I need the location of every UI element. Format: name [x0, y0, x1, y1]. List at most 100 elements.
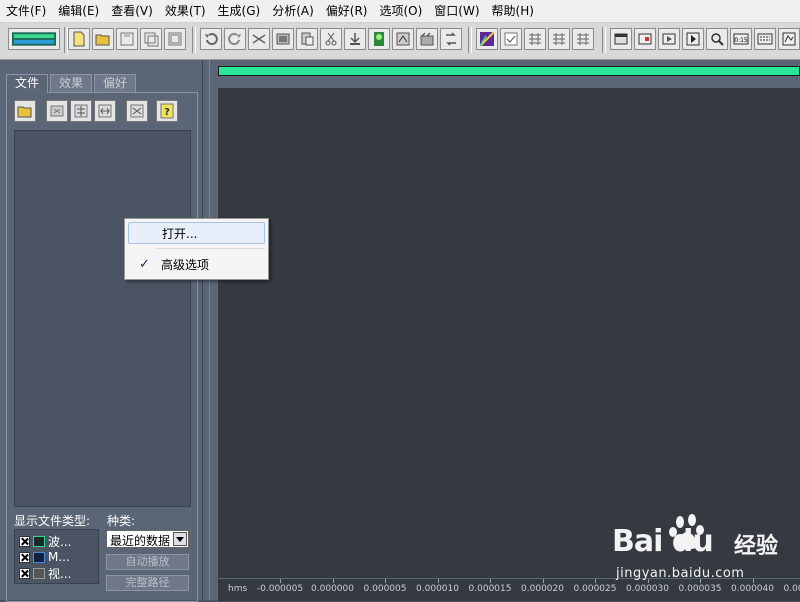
menu-item[interactable]: 选项(O) [373, 0, 428, 22]
save-all-icon [168, 32, 182, 46]
watermark-url: jingyan.baidu.com [616, 566, 745, 581]
toolbar-separator [468, 27, 472, 53]
mix-paste-button[interactable] [392, 28, 414, 50]
time-display-icon: 0:15 [733, 33, 749, 45]
filetype-checkbox[interactable] [19, 551, 30, 563]
context-item-label: 打开... [162, 227, 198, 241]
play-list-icon [662, 33, 676, 45]
menu-item[interactable]: 文件(F) [0, 0, 52, 22]
grid-button[interactable] [524, 28, 546, 50]
close-file-button[interactable] [46, 100, 68, 122]
ruler-label: 0.000015 [468, 584, 512, 594]
level-meter-icon [757, 33, 773, 45]
toolbar-separator [192, 27, 196, 53]
spectral-button[interactable] [476, 28, 498, 50]
context-item-label: 高级选项 [161, 258, 210, 272]
panel-tabs: 文件 效果 偏好 [6, 74, 138, 93]
save-as-button[interactable] [140, 28, 162, 50]
menu-item[interactable]: 分析(A) [266, 0, 320, 22]
save-button[interactable] [116, 28, 138, 50]
file-type-row[interactable]: 波... [19, 534, 71, 549]
time-unit-label: hms [228, 584, 248, 594]
help-button[interactable]: ? [156, 100, 178, 122]
redo-button[interactable] [224, 28, 246, 50]
menu-separator [155, 248, 265, 249]
file-list[interactable] [14, 130, 191, 507]
open-file-icon [95, 34, 110, 46]
chevron-down-icon[interactable] [173, 532, 187, 546]
filetype-checkbox[interactable] [19, 567, 30, 579]
scissors-button[interactable] [320, 28, 342, 50]
check-button[interactable] [500, 28, 522, 50]
file-type-row[interactable]: M... [19, 550, 70, 564]
new-file-button[interactable] [68, 28, 90, 50]
paste-button[interactable] [296, 28, 318, 50]
menu-item[interactable]: 偏好(R) [320, 0, 374, 22]
main-toolbar: 0:15 [0, 23, 800, 60]
trim-button[interactable] [416, 28, 438, 50]
tab-effects[interactable]: 效果 [50, 74, 93, 92]
file-type-label: 视... [48, 566, 72, 581]
open-file-button[interactable] [92, 28, 114, 50]
watermark-chinese: 经验 [734, 534, 779, 559]
convert-button[interactable] [440, 28, 462, 50]
open-folder-icon [17, 106, 32, 118]
copy-button[interactable] [272, 28, 294, 50]
full-path-button[interactable]: 完整路径 [106, 575, 189, 591]
ruler-label: -0.000005 [256, 584, 304, 594]
autoplay-button[interactable]: 自动播放 [106, 554, 189, 570]
insert-button[interactable] [344, 28, 366, 50]
context-item-open[interactable]: 打开... [128, 222, 265, 244]
grid-third-button[interactable] [572, 28, 594, 50]
record-button[interactable] [368, 28, 390, 50]
menu-item[interactable]: 查看(V) [105, 0, 159, 22]
overview-bar[interactable] [218, 66, 800, 76]
ruler-tick [385, 579, 386, 583]
baidu-watermark: Bai du 经验 jingyan.baidu.com [612, 512, 798, 600]
play-list-button[interactable] [658, 28, 680, 50]
time-display-button[interactable]: 0:15 [730, 28, 752, 50]
append-file-button[interactable] [94, 100, 116, 122]
multitrack-view-icon [11, 32, 57, 46]
append-file-icon [98, 104, 112, 118]
tab-favorites[interactable]: 偏好 [94, 74, 137, 92]
redo-icon [228, 33, 241, 46]
check-icon: ✓ [139, 257, 150, 272]
waveform-display[interactable] [218, 88, 800, 578]
settings-button[interactable] [778, 28, 800, 50]
open-folder-button[interactable] [14, 100, 36, 122]
filetype-checkbox[interactable] [19, 535, 30, 547]
show-file-types-label: 显示文件类型: [14, 514, 91, 528]
level-meter-button[interactable] [754, 28, 776, 50]
menu-item[interactable]: 窗口(W) [428, 0, 485, 22]
menu-item[interactable]: 编辑(E) [52, 0, 105, 22]
ruler-tick [332, 579, 334, 583]
cue-icon [638, 33, 652, 45]
category-selected-value: 最近的数据 [110, 534, 171, 548]
file-panel: 文件 效果 偏好 ? 显示文件类型: 种类: 波... M... 视... 最近… [0, 60, 202, 602]
menu-item[interactable]: 生成(G) [212, 0, 267, 22]
menu-item[interactable]: 效果(T) [159, 0, 212, 22]
file-type-row[interactable]: 视... [19, 566, 72, 581]
video-type-icon [33, 567, 45, 579]
zoom-button[interactable] [706, 28, 728, 50]
context-item-advanced-options[interactable]: ✓ 高级选项 [128, 254, 265, 276]
cut-wave-button[interactable] [248, 28, 270, 50]
multitrack-view-button[interactable] [8, 28, 60, 50]
grid-alt-button[interactable] [548, 28, 570, 50]
cue-button[interactable] [634, 28, 656, 50]
play-button[interactable] [682, 28, 704, 50]
menu-item[interactable]: 帮助(H) [486, 0, 540, 22]
sort-button[interactable] [126, 100, 148, 122]
undo-button[interactable] [200, 28, 222, 50]
ruler-label: 0.000005 [363, 584, 407, 594]
context-menu: 打开... ✓ 高级选项 [124, 218, 269, 280]
grid-alt-icon [553, 33, 565, 45]
save-all-button[interactable] [164, 28, 186, 50]
insert-file-button[interactable] [70, 100, 92, 122]
info-panel-button[interactable] [610, 28, 632, 50]
insert-file-icon [74, 104, 88, 118]
category-select[interactable]: 最近的数据 [106, 530, 189, 548]
panel-splitter[interactable] [202, 60, 210, 600]
tab-files[interactable]: 文件 [6, 74, 49, 93]
